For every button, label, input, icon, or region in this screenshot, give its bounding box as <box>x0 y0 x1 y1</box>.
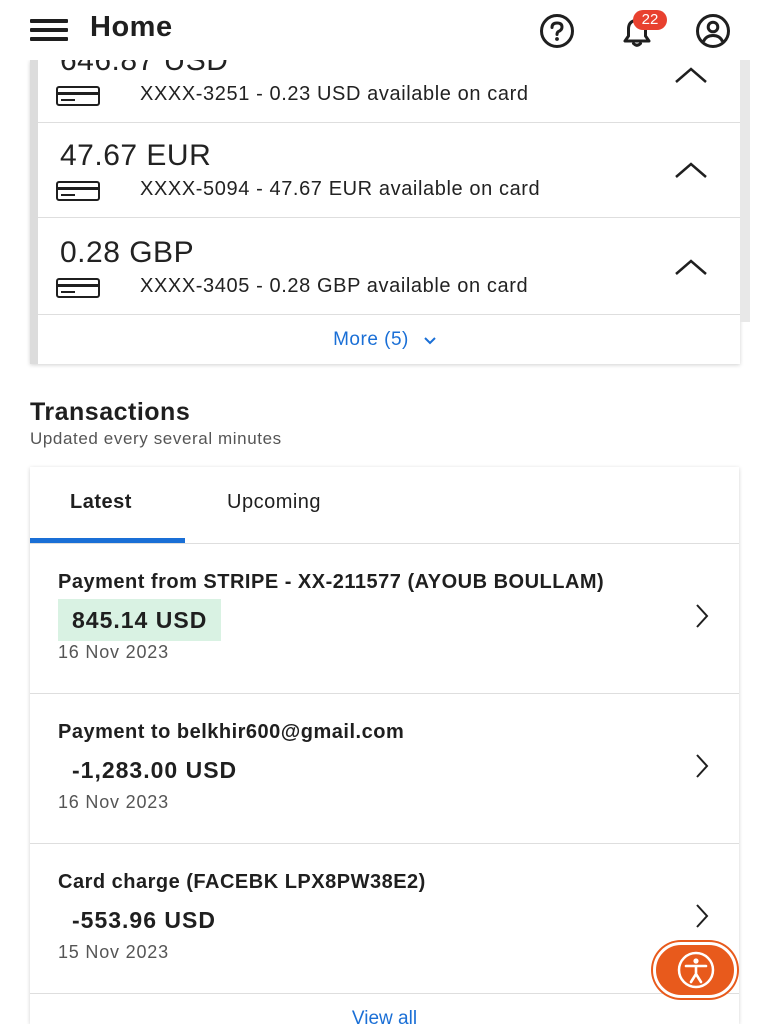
accounts-card: 646.87 USD XXXX-3251 - 0.23 USD availabl… <box>30 60 740 364</box>
profile-icon[interactable] <box>693 14 733 48</box>
menu-icon[interactable] <box>30 19 68 41</box>
account-balance: 0.28 GBP <box>60 236 195 269</box>
transaction-amount: -553.96 USD <box>72 907 216 933</box>
card-availability: XXXX-3405 - 0.28 GBP available on card <box>140 275 529 297</box>
transaction-date: 16 Nov 2023 <box>58 792 169 812</box>
account-balance: 47.67 EUR <box>60 139 212 172</box>
chevron-up-icon[interactable] <box>674 64 708 86</box>
help-icon[interactable] <box>537 14 577 48</box>
chevron-right-icon <box>696 754 709 778</box>
more-accounts-label: More (5) <box>333 329 409 350</box>
accessibility-icon <box>677 951 715 989</box>
view-all-link[interactable]: View all <box>30 1008 739 1024</box>
transaction-description: Payment from STRIPE - XX-211577 (AYOUB B… <box>58 571 605 593</box>
card-availability: XXXX-5094 - 47.67 EUR available on card <box>140 178 541 200</box>
transaction-row[interactable]: Payment from STRIPE - XX-211577 (AYOUB B… <box>30 544 739 694</box>
transaction-row[interactable]: Card charge (FACEBK LPX8PW38E2) -553.96 … <box>30 844 739 994</box>
card-availability: XXXX-3251 - 0.23 USD available on card <box>140 83 529 105</box>
accounts-list: 646.87 USD XXXX-3251 - 0.23 USD availabl… <box>38 60 740 315</box>
account-row[interactable]: 646.87 USD XXXX-3251 - 0.23 USD availabl… <box>38 60 740 123</box>
active-tab-indicator <box>30 538 185 543</box>
transaction-date: 16 Nov 2023 <box>58 642 169 662</box>
tab-upcoming[interactable]: Upcoming <box>227 491 321 514</box>
transaction-date: 15 Nov 2023 <box>58 942 169 962</box>
transactions-tabs: Latest Upcoming <box>30 467 739 544</box>
transaction-amount: 845.14 USD <box>58 599 222 641</box>
accessibility-button[interactable] <box>653 942 737 998</box>
accounts-scrollbar[interactable] <box>740 60 750 322</box>
chevron-up-icon[interactable] <box>674 159 708 181</box>
account-row[interactable]: 0.28 GBP XXXX-3405 - 0.28 GBP available … <box>38 218 740 315</box>
transactions-card: Latest Upcoming Payment from STRIPE - XX… <box>30 467 739 1024</box>
more-accounts-button[interactable]: More (5) <box>30 316 740 364</box>
notification-badge: 22 <box>633 10 667 30</box>
transaction-amount: -1,283.00 USD <box>72 757 238 783</box>
transaction-description: Payment to belkhir600@gmail.com <box>58 721 405 743</box>
page-title: Home <box>90 11 173 43</box>
account-row[interactable]: 47.67 EUR XXXX-5094 - 47.67 EUR availabl… <box>38 121 740 218</box>
account-balance: 646.87 USD <box>60 60 229 77</box>
chevron-up-icon[interactable] <box>674 256 708 278</box>
card-icon <box>56 86 100 106</box>
chevron-right-icon <box>696 904 709 928</box>
transaction-row[interactable]: Payment to belkhir600@gmail.com -1,283.0… <box>30 694 739 844</box>
transactions-heading: Transactions <box>30 398 191 426</box>
chevron-right-icon <box>696 604 709 628</box>
transactions-subtitle: Updated every several minutes <box>30 429 282 448</box>
top-app-bar: Home 22 <box>0 0 768 60</box>
chevron-down-icon <box>424 337 436 345</box>
transaction-description: Card charge (FACEBK LPX8PW38E2) <box>58 871 426 893</box>
tab-latest[interactable]: Latest <box>70 491 132 514</box>
card-icon <box>56 278 100 298</box>
card-icon <box>56 181 100 201</box>
